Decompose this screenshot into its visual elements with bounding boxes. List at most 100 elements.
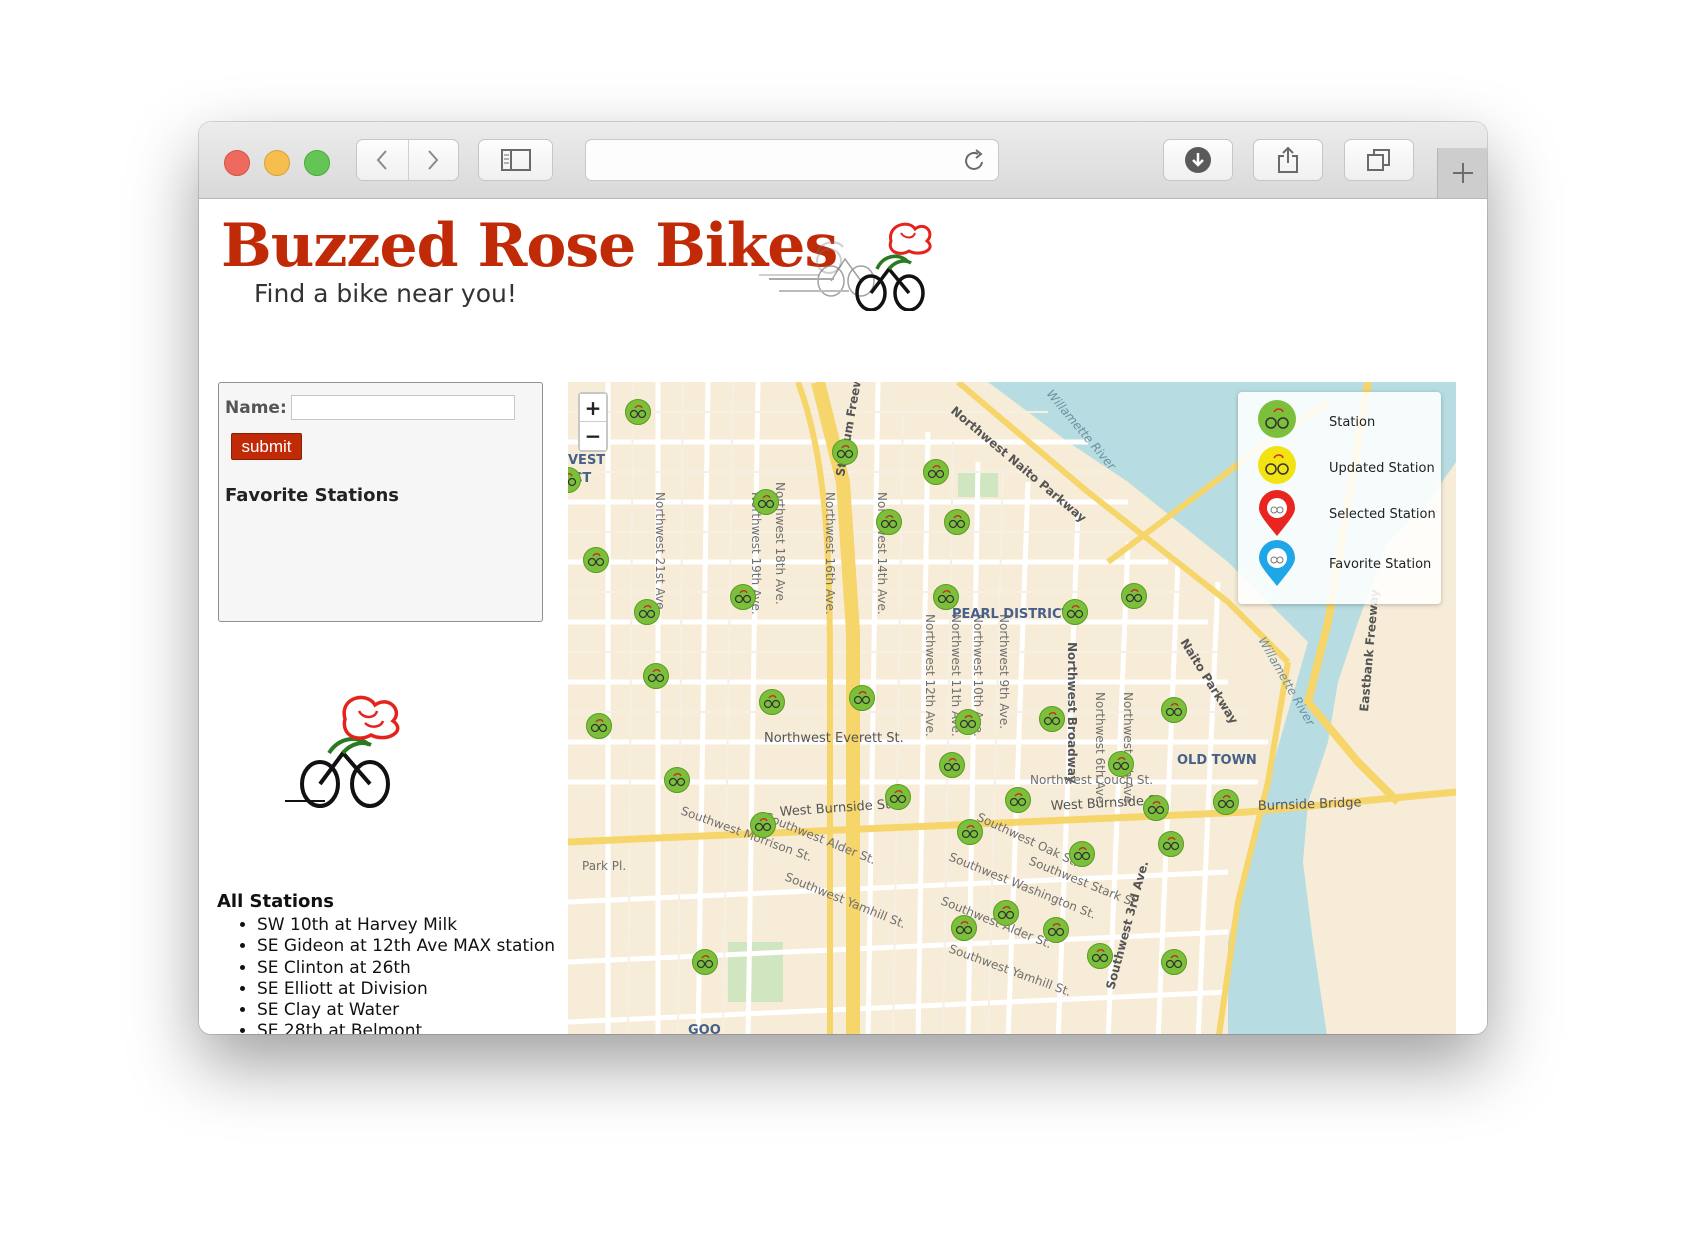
bike-station-icon bbox=[1165, 955, 1183, 969]
bike-station-icon bbox=[754, 818, 772, 832]
station-marker[interactable] bbox=[759, 689, 785, 715]
station-marker[interactable] bbox=[664, 767, 690, 793]
address-bar[interactable] bbox=[585, 139, 999, 181]
bike-station-icon bbox=[629, 405, 647, 419]
all-stations-heading: All Stations bbox=[217, 891, 334, 912]
station-marker[interactable] bbox=[939, 752, 965, 778]
station-marker[interactable] bbox=[1087, 943, 1113, 969]
station-marker[interactable] bbox=[1121, 583, 1147, 609]
bike-station-icon bbox=[997, 906, 1015, 920]
station-list-item[interactable]: SE Gideon at 12th Ave MAX station bbox=[257, 936, 555, 957]
downloads-button[interactable] bbox=[1163, 139, 1233, 181]
bike-station-icon bbox=[587, 553, 605, 567]
station-marker[interactable] bbox=[1069, 841, 1095, 867]
station-marker[interactable] bbox=[750, 812, 776, 838]
new-tab-button[interactable] bbox=[1437, 148, 1487, 198]
street-label: Southwest Yamhill St. bbox=[783, 870, 908, 931]
zoom-out-button[interactable]: − bbox=[580, 422, 606, 450]
maximize-window-button[interactable] bbox=[304, 150, 330, 176]
station-marker[interactable] bbox=[1039, 706, 1065, 732]
station-marker[interactable] bbox=[951, 915, 977, 941]
bike-station-icon bbox=[1091, 949, 1109, 963]
legend-label: Favorite Station bbox=[1329, 557, 1432, 572]
name-input[interactable] bbox=[291, 395, 515, 420]
tabs-button[interactable] bbox=[1344, 139, 1414, 181]
zoom-in-button[interactable]: + bbox=[580, 394, 606, 422]
bike-station-icon bbox=[1043, 712, 1061, 726]
bike-station-icon bbox=[1165, 703, 1183, 717]
bike-station-icon bbox=[948, 515, 966, 529]
station-marker[interactable] bbox=[1005, 787, 1031, 813]
submit-button[interactable]: submit bbox=[231, 433, 302, 460]
station-marker[interactable] bbox=[1062, 599, 1088, 625]
district-label: GOO bbox=[688, 1023, 721, 1034]
station-marker[interactable] bbox=[692, 949, 718, 975]
station-list-item[interactable]: SE 28th at Belmont bbox=[257, 1021, 555, 1034]
station-marker[interactable] bbox=[885, 784, 911, 810]
selected-station-pin-icon bbox=[1259, 490, 1295, 536]
updated-station-marker-icon bbox=[1258, 446, 1296, 484]
street-label: Park Pl. bbox=[582, 859, 626, 873]
station-marker[interactable] bbox=[944, 509, 970, 535]
station-marker[interactable] bbox=[1158, 831, 1184, 857]
station-marker[interactable] bbox=[643, 663, 669, 689]
station-marker[interactable] bbox=[634, 599, 660, 625]
street-label: West Burnside St. bbox=[779, 797, 895, 820]
bike-station-icon bbox=[757, 495, 775, 509]
station-marker[interactable] bbox=[1161, 949, 1187, 975]
legend-label: Station bbox=[1329, 415, 1376, 430]
station-marker[interactable] bbox=[933, 584, 959, 610]
bike-station-icon bbox=[853, 691, 871, 705]
close-window-button[interactable] bbox=[224, 150, 250, 176]
street-label: Northwest Couch St. bbox=[1030, 773, 1153, 787]
sidebar-button[interactable] bbox=[478, 139, 553, 181]
station-marker[interactable] bbox=[586, 713, 612, 739]
zoom-control: + − bbox=[578, 392, 608, 452]
station-marker-icon bbox=[1258, 400, 1296, 438]
station-marker[interactable] bbox=[1161, 697, 1187, 723]
station-marker[interactable] bbox=[1043, 917, 1069, 943]
chevron-right-icon bbox=[428, 150, 439, 170]
station-marker[interactable] bbox=[1108, 751, 1134, 777]
station-marker[interactable] bbox=[832, 439, 858, 465]
station-marker[interactable] bbox=[730, 584, 756, 610]
station-list-item[interactable]: SE Clay at Water bbox=[257, 1000, 555, 1021]
station-marker[interactable] bbox=[849, 685, 875, 711]
bike-station-icon bbox=[937, 590, 955, 604]
back-button[interactable] bbox=[357, 140, 409, 180]
bike-station-icon bbox=[943, 758, 961, 772]
bike-station-icon bbox=[955, 921, 973, 935]
station-list-item[interactable]: SW 10th at Harvey Milk bbox=[257, 915, 555, 936]
station-marker[interactable] bbox=[876, 509, 902, 535]
district-label: VEST bbox=[568, 453, 605, 468]
street-label: Northwest 12th Ave. bbox=[923, 614, 937, 737]
station-marker[interactable] bbox=[993, 900, 1019, 926]
bike-station-icon bbox=[668, 773, 686, 787]
header-bike-rose-logo bbox=[759, 222, 932, 311]
district-label: OLD TOWN bbox=[1177, 753, 1257, 768]
bike-station-icon bbox=[959, 715, 977, 729]
station-marker[interactable] bbox=[625, 399, 651, 425]
forward-button[interactable] bbox=[408, 140, 459, 180]
station-marker[interactable] bbox=[1143, 795, 1169, 821]
station-marker[interactable] bbox=[923, 459, 949, 485]
bike-station-icon bbox=[1147, 801, 1165, 815]
station-list-item[interactable]: SE Elliott at Division bbox=[257, 979, 555, 1000]
station-marker[interactable] bbox=[1213, 789, 1239, 815]
station-marker[interactable] bbox=[583, 547, 609, 573]
plus-icon bbox=[1453, 163, 1473, 183]
sidebar-icon bbox=[500, 149, 531, 171]
station-marker[interactable] bbox=[753, 489, 779, 515]
minimize-window-button[interactable] bbox=[264, 150, 290, 176]
bike-station-icon bbox=[889, 790, 907, 804]
browser-window: Buzzed Rose Bikes Find a bike near you! … bbox=[199, 122, 1487, 1034]
bike-station-icon bbox=[590, 719, 608, 733]
share-button[interactable] bbox=[1253, 139, 1323, 181]
station-marker[interactable] bbox=[957, 819, 983, 845]
station-map[interactable]: Northwest 21st Ave. Northwest 19th Ave. … bbox=[568, 382, 1456, 1034]
favorite-stations-heading: Favorite Stations bbox=[225, 485, 399, 506]
legend-row-station: Station bbox=[1238, 398, 1441, 448]
station-list-item[interactable]: SE Clinton at 26th bbox=[257, 958, 555, 979]
reload-icon[interactable] bbox=[964, 149, 986, 173]
station-marker[interactable] bbox=[955, 709, 981, 735]
